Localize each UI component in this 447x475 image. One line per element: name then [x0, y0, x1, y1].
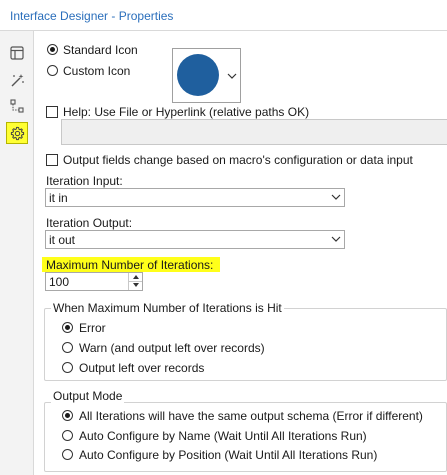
warn-radio[interactable]	[62, 342, 73, 353]
sidebar	[0, 31, 34, 475]
help-label: Help: Use File or Hyperlink (relative pa…	[63, 105, 310, 119]
help-checkbox[interactable]	[46, 106, 58, 118]
sidebar-item-tree[interactable]	[6, 95, 28, 117]
icon-picker[interactable]	[172, 48, 241, 103]
sidebar-item-settings[interactable]	[6, 122, 28, 144]
iteration-input-select[interactable]: it in	[45, 188, 345, 207]
max-iterations-value: 100	[49, 275, 70, 289]
stepper-down-button[interactable]	[129, 281, 142, 289]
output-mode-title: Output Mode	[51, 389, 125, 403]
standard-icon-radio[interactable]	[47, 44, 58, 55]
iteration-output-label: Iteration Output:	[46, 216, 133, 230]
window-title: Interface Designer - Properties	[10, 9, 174, 23]
magic-wand-icon	[11, 73, 24, 86]
title-bar: Interface Designer - Properties	[0, 0, 447, 31]
output-left-over-label: Output left over records	[79, 361, 205, 375]
auto-config-position-label: Auto Configure by Position (Wait Until A…	[79, 448, 378, 462]
same-schema-label: All Iterations will have the same output…	[79, 409, 423, 423]
caret-up-icon	[132, 275, 139, 279]
help-path-input[interactable]	[61, 119, 447, 145]
properties-panel: Standard Icon Custom Icon Help: Use File…	[34, 31, 447, 475]
chevron-down-icon	[331, 194, 341, 200]
tree-icon	[9, 98, 24, 113]
iteration-input-value: it in	[49, 191, 68, 205]
warn-label: Warn (and output left over records)	[79, 341, 265, 355]
max-iterations-stepper[interactable]: 100	[45, 272, 143, 291]
error-radio[interactable]	[62, 322, 73, 333]
custom-icon-label: Custom Icon	[63, 64, 131, 78]
iteration-input-label: Iteration Input:	[46, 174, 123, 188]
icon-picker-dropdown[interactable]	[223, 49, 241, 102]
layout-icon	[10, 46, 24, 60]
auto-config-name-radio[interactable]	[62, 430, 73, 441]
output-left-over-radio[interactable]	[62, 362, 73, 373]
output-fields-checkbox[interactable]	[46, 154, 58, 166]
auto-config-name-label: Auto Configure by Name (Wait Until All I…	[79, 429, 367, 443]
macro-icon-preview	[177, 54, 219, 96]
error-label: Error	[79, 321, 106, 335]
gear-icon	[10, 126, 24, 140]
chevron-down-icon	[331, 236, 341, 242]
iteration-output-value: it out	[49, 233, 76, 247]
sidebar-item-layout[interactable]	[6, 42, 28, 64]
iteration-output-select[interactable]: it out	[45, 230, 345, 249]
custom-icon-radio[interactable]	[47, 65, 58, 76]
auto-config-position-radio[interactable]	[62, 449, 73, 460]
standard-icon-label: Standard Icon	[63, 43, 138, 57]
when-max-hit-title: When Maximum Number of Iterations is Hit	[51, 301, 284, 315]
same-schema-radio[interactable]	[62, 410, 73, 421]
stepper-buttons	[128, 273, 142, 290]
caret-down-icon	[132, 283, 139, 287]
chevron-down-icon	[227, 73, 237, 79]
max-iterations-label: Maximum Number of Iterations:	[46, 258, 214, 272]
sidebar-item-magic-wand[interactable]	[6, 69, 28, 91]
output-fields-label: Output fields change based on macro's co…	[63, 153, 413, 167]
